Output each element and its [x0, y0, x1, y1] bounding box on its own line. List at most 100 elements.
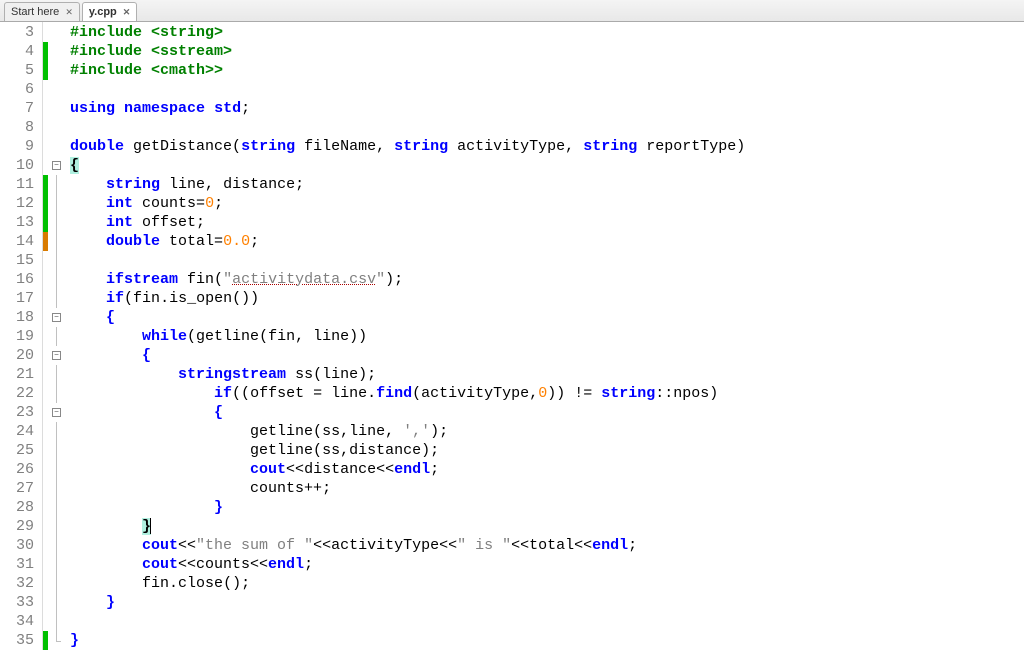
fold-indicator: [49, 118, 64, 137]
code-token: distance: [214, 176, 295, 193]
line-number: 5: [0, 61, 34, 80]
fold-toggle-icon[interactable]: −: [52, 313, 61, 322]
change-mark: [43, 80, 48, 99]
code-token: [70, 271, 106, 288]
fold-toggle-icon[interactable]: −: [52, 408, 61, 417]
code-line[interactable]: #include <string>: [70, 23, 1024, 42]
code-token: {: [106, 309, 115, 326]
close-icon[interactable]: ✕: [65, 7, 73, 18]
change-mark: [43, 574, 48, 593]
code-line[interactable]: [70, 251, 1024, 270]
editor-area[interactable]: 3456789101112131415161718192021222324252…: [0, 22, 1024, 650]
code-line[interactable]: {: [70, 346, 1024, 365]
change-mark: [43, 479, 48, 498]
change-mark: [43, 61, 48, 80]
code-line[interactable]: double getDistance(string fileName, stri…: [70, 137, 1024, 156]
code-line[interactable]: using namespace std;: [70, 99, 1024, 118]
code-token: std: [214, 100, 241, 117]
code-line[interactable]: int offset;: [70, 213, 1024, 232]
line-number: 26: [0, 460, 34, 479]
code-line[interactable]: cout<<distance<<endl;: [70, 460, 1024, 479]
line-number: 13: [0, 213, 34, 232]
fold-toggle-icon[interactable]: −: [52, 161, 61, 170]
fold-indicator: −: [49, 403, 64, 422]
code-token: {: [142, 347, 151, 364]
code-token: }: [214, 499, 223, 516]
code-line[interactable]: }: [70, 517, 1024, 536]
code-token: {: [70, 157, 79, 174]
code-line[interactable]: [70, 118, 1024, 137]
change-mark: [43, 213, 48, 232]
fold-indicator: [49, 574, 64, 593]
code-token: 0: [205, 195, 214, 212]
code-token: ): [430, 423, 439, 440]
fold-indicator: [49, 384, 64, 403]
fold-indicator: [49, 631, 64, 650]
code-token: =: [214, 233, 223, 250]
code-token: ,: [376, 138, 385, 155]
code-token: ,: [205, 176, 214, 193]
tab-ycpp[interactable]: y.cpp ✕: [82, 2, 137, 21]
code-line[interactable]: ifstream fin("activitydata.csv");: [70, 270, 1024, 289]
change-mark: [43, 308, 48, 327]
code-token: (): [232, 290, 250, 307]
code-token: ): [556, 385, 565, 402]
code-token: offset: [250, 385, 304, 402]
code-line[interactable]: {: [70, 156, 1024, 175]
code-token: activitydata.csv: [232, 271, 376, 288]
code-line[interactable]: #include <sstream>: [70, 42, 1024, 61]
change-mark: [43, 555, 48, 574]
code-token: ): [250, 290, 259, 307]
close-icon[interactable]: ✕: [123, 7, 131, 18]
code-token: <<: [178, 537, 196, 554]
code-token: ss: [322, 442, 340, 459]
code-token: is_open: [169, 290, 232, 307]
line-number: 32: [0, 574, 34, 593]
fold-indicator: [49, 498, 64, 517]
code-token: [70, 556, 142, 573]
code-token: string: [601, 385, 655, 402]
code-line[interactable]: [70, 80, 1024, 99]
code-content[interactable]: #include <string>#include <sstream>#incl…: [64, 22, 1024, 650]
code-line[interactable]: {: [70, 403, 1024, 422]
code-line[interactable]: cout<<counts<<endl;: [70, 555, 1024, 574]
line-number: 34: [0, 612, 34, 631]
line-number: 7: [0, 99, 34, 118]
code-line[interactable]: double total=0.0;: [70, 232, 1024, 251]
code-line[interactable]: fin.close();: [70, 574, 1024, 593]
code-line[interactable]: }: [70, 498, 1024, 517]
fold-indicator: [49, 289, 64, 308]
code-line[interactable]: {: [70, 308, 1024, 327]
code-line[interactable]: }: [70, 631, 1024, 650]
code-token: ;: [628, 537, 637, 554]
code-token: getline: [70, 442, 313, 459]
code-token: offset: [133, 214, 196, 231]
code-line[interactable]: stringstream ss(line);: [70, 365, 1024, 384]
code-line[interactable]: int counts=0;: [70, 194, 1024, 213]
code-line[interactable]: }: [70, 593, 1024, 612]
tab-label: Start here: [11, 6, 59, 18]
change-mark: [43, 536, 48, 555]
code-line[interactable]: getline(ss,distance);: [70, 441, 1024, 460]
code-line[interactable]: while(getline(fin, line)): [70, 327, 1024, 346]
code-line[interactable]: string line, distance;: [70, 175, 1024, 194]
code-line[interactable]: getline(ss,line, ',');: [70, 422, 1024, 441]
code-line[interactable]: if((offset = line.find(activityType,0)) …: [70, 384, 1024, 403]
change-mark: [43, 289, 48, 308]
fold-toggle-icon[interactable]: −: [52, 351, 61, 360]
code-token: ;: [250, 233, 259, 250]
code-token: !=: [565, 385, 601, 402]
code-token: <<: [376, 461, 394, 478]
change-mark: [43, 232, 48, 251]
fold-indicator: [49, 460, 64, 479]
code-line[interactable]: counts++;: [70, 479, 1024, 498]
code-token: int: [106, 195, 133, 212]
code-line[interactable]: [70, 612, 1024, 631]
line-number: 10: [0, 156, 34, 175]
code-line[interactable]: cout<<"the sum of "<<activityType<<" is …: [70, 536, 1024, 555]
code-line[interactable]: if(fin.is_open()): [70, 289, 1024, 308]
code-line[interactable]: #include <cmath>>: [70, 61, 1024, 80]
code-token: [70, 233, 106, 250]
change-mark: [43, 346, 48, 365]
tab-start-here[interactable]: Start here ✕: [4, 2, 80, 21]
